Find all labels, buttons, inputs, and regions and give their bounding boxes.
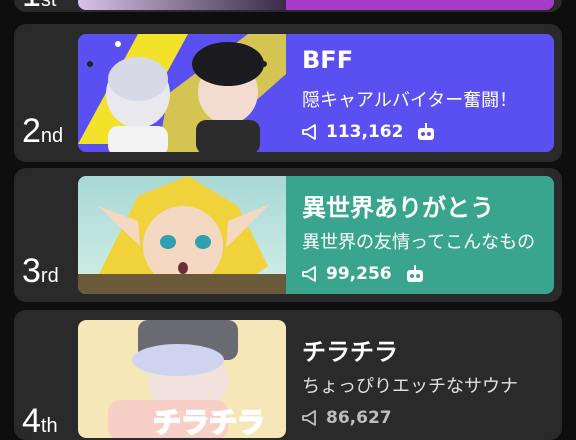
item-stats: 99,256 [302,264,426,284]
cover-thumbnail-3 [78,176,286,294]
ranking-card-1[interactable] [78,0,554,10]
view-count: 113,162 [326,122,404,142]
megaphone-icon [302,124,320,140]
megaphone-icon [302,266,320,282]
ranking-item-1[interactable]: 1st [14,0,562,12]
item-description: 異世界の友情ってこんなもの [302,232,536,253]
item-info-2: BFF 隠キャアルバイター奮闘！ 113,162 [302,34,544,152]
svg-text:チラチラ: チラチラ [153,406,265,438]
ranking-card-2[interactable]: BFF 隠キャアルバイター奮闘！ 113,162 [78,34,554,152]
ranking-card-4[interactable]: チラチラ チラチラ ちょっぴりエッチなサウナ 86,627 [78,320,554,438]
item-stats: 113,162 [302,122,437,142]
view-count: 86,627 [326,408,392,428]
ranking-item-3[interactable]: 異世界ありがとう 異世界の友情ってこんなもの 99,256 3rd [14,168,562,302]
ranking-item-2[interactable]: BFF 隠キャアルバイター奮闘！ 113,162 2nd [14,24,562,162]
item-title: チラチラ [302,338,398,366]
cover-thumbnail-2 [78,34,286,152]
ranking-item-4[interactable]: チラチラ チラチラ ちょっぴりエッチなサウナ 86,627 4th [14,310,562,440]
item-info-3: 異世界ありがとう 異世界の友情ってこんなもの 99,256 [302,176,544,294]
rank-label-1: 1st [22,0,57,12]
cover-thumbnail-1 [78,0,286,10]
ranking-card-3[interactable]: 異世界ありがとう 異世界の友情ってこんなもの 99,256 [78,176,554,294]
megaphone-icon [302,410,320,426]
rank-label-4: 4th [22,402,58,440]
item-title: 異世界ありがとう [302,194,494,222]
rank-label-2: 2nd [22,112,64,150]
item-description: 隠キャアルバイター奮闘！ [302,90,518,111]
item-stats: 86,627 [302,408,404,428]
item-title: BFF [302,46,354,74]
view-count: 99,256 [326,264,392,284]
robot-icon [415,123,437,141]
item-info-4: チラチラ ちょっぴりエッチなサウナ 86,627 [302,320,544,438]
rank-label-3: 3rd [22,252,59,290]
cover-thumbnail-4: チラチラ [78,320,286,438]
robot-icon [404,265,426,283]
item-description: ちょっぴりエッチなサウナ [302,376,518,397]
